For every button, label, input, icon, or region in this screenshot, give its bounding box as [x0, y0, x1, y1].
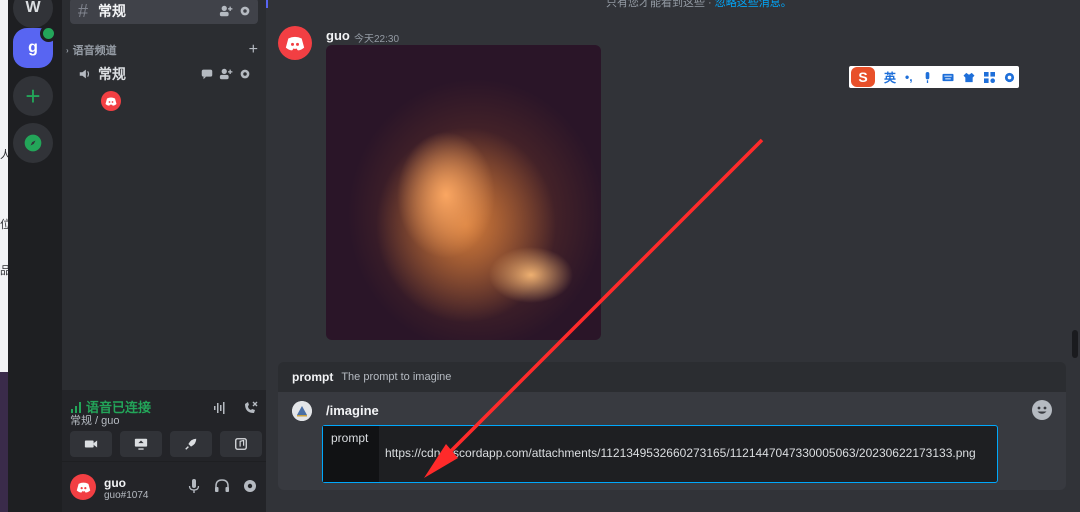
skin-icon[interactable] — [963, 72, 975, 83]
dismiss-link[interactable]: 忽略这些消息。 — [715, 0, 792, 9]
ephemeral-note: 只有您才能看到这些 · 忽略这些消息。 — [606, 0, 792, 10]
message-composer: /imagine prompt https://cdn.discordapp.c… — [278, 392, 1066, 490]
voice-active-icon — [40, 25, 57, 42]
activity-button[interactable] — [170, 431, 212, 457]
headphones-icon[interactable] — [214, 478, 230, 494]
avatar[interactable] — [70, 474, 96, 500]
soundboard-icon — [235, 438, 247, 450]
channel-general-voice[interactable]: 常规 — [70, 62, 258, 86]
message-timestamp: 今天22:30 — [354, 34, 400, 45]
message-image-attachment[interactable] — [326, 45, 601, 340]
mic-icon[interactable] — [186, 478, 202, 494]
explore-servers-button[interactable] — [13, 123, 53, 163]
apps-icon[interactable] — [983, 71, 995, 83]
bot-app-icon — [292, 401, 312, 421]
soundboard-button[interactable] — [220, 431, 262, 457]
background-window-edge: 人 位 品 — [0, 0, 11, 512]
voice-user-avatar[interactable] — [101, 91, 121, 111]
message-author[interactable]: guo — [326, 28, 350, 43]
ime-mode-toggle[interactable]: 英 — [884, 69, 896, 86]
user-panel: guo guo#1074 — [62, 462, 266, 512]
username: guo — [104, 476, 126, 490]
chat-area: 只有您才能看到这些 · 忽略这些消息。 guo 今天22:30 S 英 •, p… — [266, 0, 1080, 512]
hash-icon: # — [78, 0, 89, 21]
server-guo[interactable]: g — [13, 25, 57, 68]
speaker-icon — [79, 69, 90, 79]
discord-logo-icon — [285, 36, 305, 50]
screen-share-button[interactable] — [120, 431, 162, 457]
add-member-icon[interactable] — [219, 67, 233, 81]
chevron-right-icon: › — [66, 45, 69, 55]
settings-icon[interactable] — [1004, 72, 1015, 83]
emoji-icon — [1032, 400, 1052, 420]
slash-command-name: /imagine — [326, 403, 379, 418]
add-member-icon[interactable] — [219, 4, 233, 18]
phone-disconnect-icon[interactable] — [242, 400, 258, 416]
explore-icon — [24, 134, 42, 152]
prompt-option-value[interactable]: https://cdn.discordapp.com/attachments/1… — [385, 444, 993, 463]
prompt-option-label: prompt — [323, 426, 379, 482]
chat-icon[interactable] — [200, 67, 214, 81]
ime-logo-icon[interactable]: S — [851, 67, 875, 87]
video-button[interactable] — [70, 431, 112, 457]
signal-icon — [71, 401, 81, 413]
chat-scrollbar[interactable] — [1072, 330, 1078, 358]
user-tag: guo#1074 — [104, 490, 149, 501]
discord-logo-icon — [76, 482, 90, 493]
gear-icon[interactable] — [238, 67, 252, 81]
voice-connection-panel: 语音已连接 常规 / guo — [62, 390, 266, 462]
gear-icon[interactable] — [238, 4, 252, 18]
server-w[interactable]: W — [13, 0, 53, 28]
rocket-icon — [185, 438, 197, 450]
server-rail: W g + — [8, 0, 62, 512]
emoji-button[interactable] — [1032, 400, 1052, 420]
ime-punct-toggle[interactable]: •, — [905, 70, 913, 84]
gear-icon[interactable] — [242, 478, 258, 494]
channel-sidebar: # 常规 › 语音频道 + 常规 语音已连接 常规 / guo guo guo#… — [62, 0, 266, 512]
prompt-option-input[interactable]: prompt https://cdn.discordapp.com/attach… — [322, 425, 998, 483]
avatar[interactable] — [278, 26, 312, 60]
add-server-button[interactable]: + — [13, 76, 53, 116]
noise-suppression-icon[interactable] — [212, 400, 228, 416]
ime-toolbar: S 英 •, — [849, 66, 1019, 88]
create-channel-button[interactable]: + — [249, 41, 258, 59]
screen-share-icon — [134, 438, 148, 450]
voice-category[interactable]: › 语音频道 + — [66, 41, 258, 59]
command-option-hint: prompt The prompt to imagine — [278, 362, 1066, 392]
voice-location-text[interactable]: 常规 / guo — [70, 412, 120, 428]
discord-logo-icon — [105, 97, 117, 106]
keyboard-icon[interactable] — [942, 72, 954, 83]
video-icon — [84, 440, 98, 448]
channel-general-text[interactable]: # 常规 — [70, 0, 258, 24]
mic-icon[interactable] — [922, 71, 933, 83]
